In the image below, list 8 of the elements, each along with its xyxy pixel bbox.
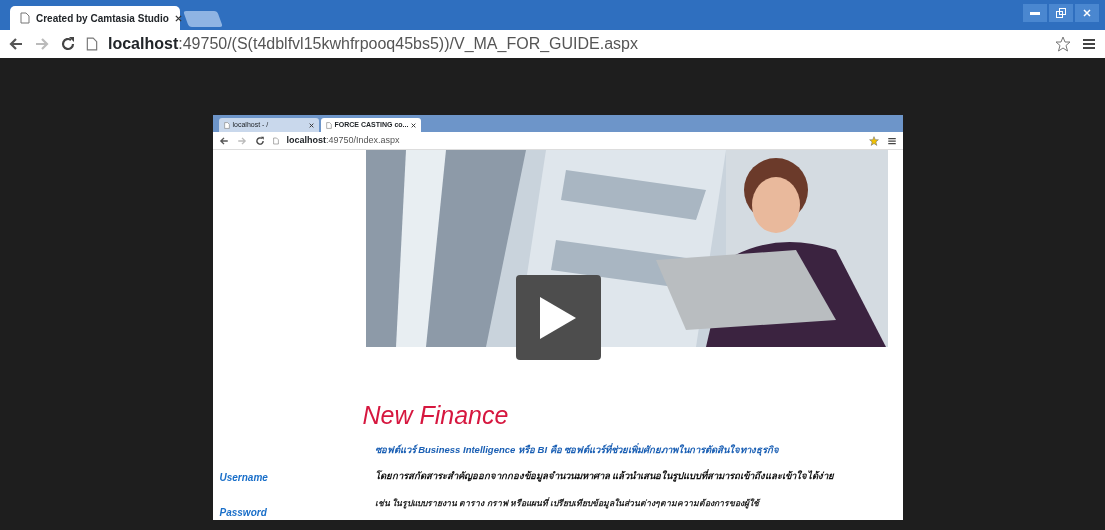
paragraph: โดยการสกัดสาระสำคัญออกจากกองข้อมูลจำนวนมหาศาล แล้วนำเสนอในรูปแบบที่สามารถเข้าถึงและเข้าใจได้ง่าย xyxy=(374,468,836,483)
form-label: Password xyxy=(219,506,268,520)
address-field[interactable]: localhost:49750/Index.aspx xyxy=(286,133,400,148)
paragraph: เช่น ในรูปแบบรายงาน ตาราง กราฟ หรือแผนที่ เปรียบเทียบข้อมูลในส่วนต่างๆตามความต้องการของผู้ใช้ xyxy=(374,497,762,510)
form-label: Username xyxy=(219,471,269,485)
page-heading: New Finance xyxy=(362,400,510,431)
intro-link[interactable]: ซอฟต์แวร์ Business Intelligence หรือ BI คือ ซอฟต์แวร์ที่ช่วยเพิ่มศักยภาพในการตัดสินใจทางธุรกิจ xyxy=(374,442,903,457)
browser-tab[interactable]: Created by Camtasia Studio xyxy=(10,6,180,30)
